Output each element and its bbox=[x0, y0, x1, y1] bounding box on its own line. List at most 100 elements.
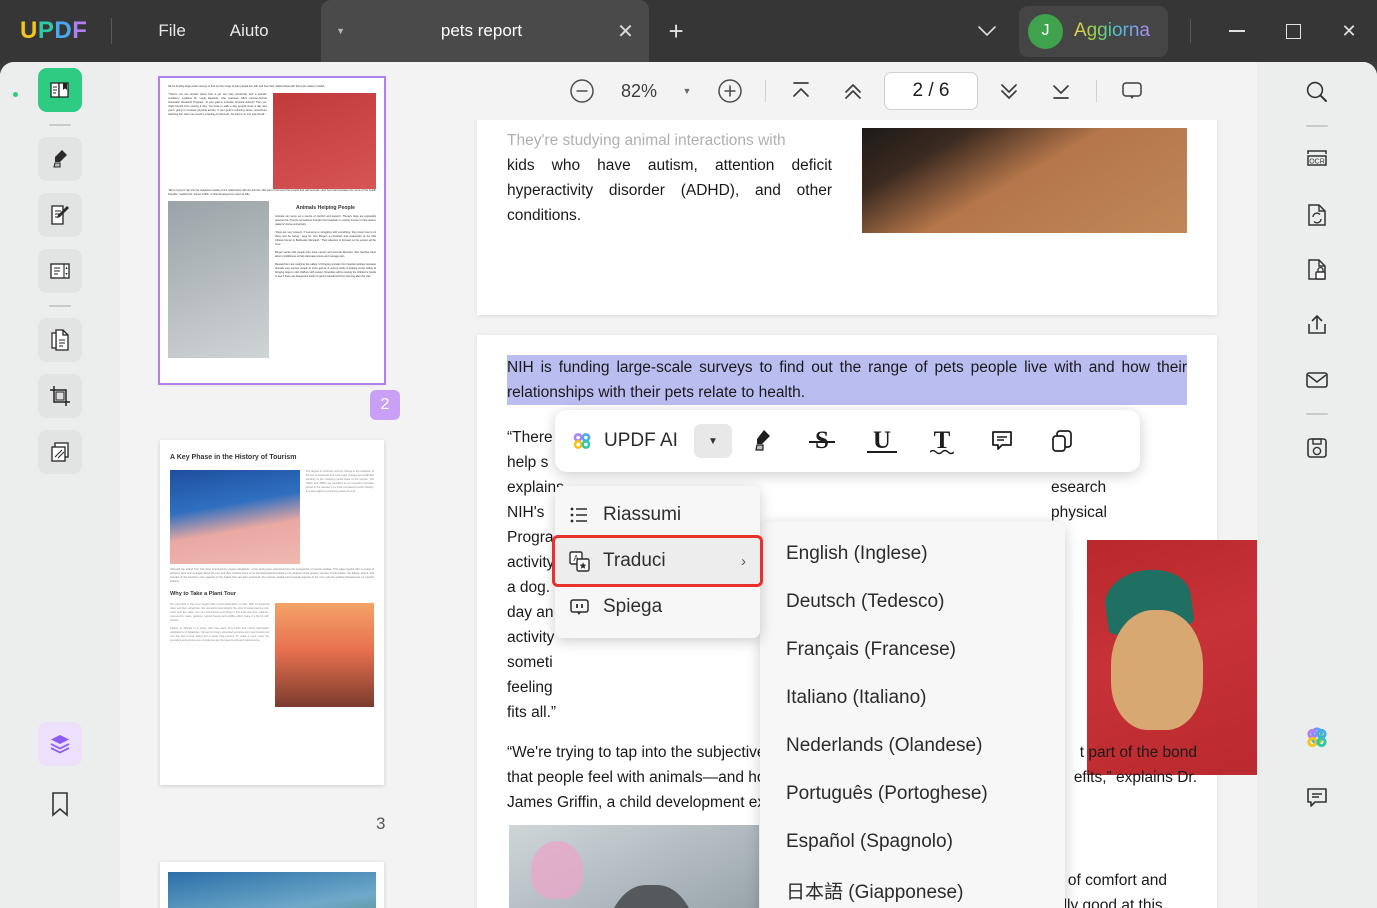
new-tab-button[interactable]: + bbox=[669, 16, 684, 47]
squiggly-tool[interactable]: T bbox=[912, 419, 972, 463]
ai-floating-toolbar[interactable]: UPDF AI ▼ S U T bbox=[555, 410, 1140, 472]
thumb-para-3: Berger works with people who have cancer… bbox=[275, 251, 376, 259]
first-page-button[interactable] bbox=[775, 71, 827, 111]
lang-dutch[interactable]: Nederlands (Olandese) bbox=[760, 722, 1065, 770]
lang-italian[interactable]: Italiano (Italiano) bbox=[760, 674, 1065, 722]
sidebar-form[interactable] bbox=[38, 249, 82, 293]
sidebar-crop[interactable] bbox=[38, 374, 82, 418]
sidebar-bookmark[interactable] bbox=[38, 782, 82, 826]
pdf-page-top: They're studying animal interactions wit… bbox=[477, 120, 1217, 315]
account-upgrade-button[interactable]: J Aggiorna bbox=[1018, 5, 1168, 57]
ai-action-menu[interactable]: Riassumi A Traduci › Spiega bbox=[552, 486, 763, 638]
rail-convert[interactable] bbox=[1295, 193, 1339, 237]
thumb-intro: NIH is funding large-scale surveys to fi… bbox=[168, 85, 326, 88]
lang-japanese[interactable]: 日本語 (Giapponese) bbox=[760, 866, 1065, 908]
rail-search[interactable] bbox=[1295, 70, 1339, 114]
rail-comments[interactable] bbox=[1295, 776, 1339, 820]
rail-save[interactable] bbox=[1295, 426, 1339, 470]
sidebar-reader[interactable] bbox=[38, 68, 82, 112]
viewer-toolbar: 82% ▼ 2 / 6 bbox=[457, 62, 1257, 120]
underline-tool[interactable]: U bbox=[852, 419, 912, 463]
thumb3-body2: the royal land is the most sought after … bbox=[170, 602, 269, 622]
selected-text[interactable]: NIH is funding large-scale surveys to fi… bbox=[507, 355, 1187, 405]
zoom-out-button[interactable] bbox=[556, 71, 608, 111]
updf-ai-clover-icon bbox=[569, 428, 595, 454]
comment-tool[interactable] bbox=[972, 419, 1032, 463]
rail-ocr[interactable]: OCR bbox=[1295, 138, 1339, 182]
thumb4-image-lake bbox=[168, 872, 376, 908]
thumb-image-dogs bbox=[272, 93, 376, 190]
table-row[interactable]: NIH is funding large-scale surveys to fi… bbox=[158, 76, 386, 385]
cat-body bbox=[604, 885, 699, 908]
previous-page-button[interactable] bbox=[827, 71, 879, 111]
toolbar-divider-1 bbox=[765, 80, 766, 102]
svg-text:OCR: OCR bbox=[1309, 158, 1325, 165]
window-close-button[interactable]: ✕ bbox=[1321, 0, 1377, 62]
dog-body bbox=[1111, 610, 1203, 730]
sidebar-layers[interactable] bbox=[38, 722, 82, 766]
copy-tool[interactable] bbox=[1032, 419, 1092, 463]
sidebar-pages[interactable] bbox=[38, 430, 82, 474]
menu-spiega[interactable]: Spiega bbox=[555, 584, 760, 630]
window-minimize-button[interactable] bbox=[1209, 0, 1265, 62]
translate-icon: A bbox=[569, 550, 603, 572]
tulips bbox=[531, 841, 583, 899]
highlight-tool[interactable] bbox=[732, 419, 792, 463]
right-toolbar-rail: OCR bbox=[1257, 62, 1377, 908]
doc-quote-left: “We're trying to tap into the subjective… bbox=[507, 744, 766, 811]
rail-share[interactable] bbox=[1295, 303, 1339, 347]
menu-riassumi[interactable]: Riassumi bbox=[555, 492, 760, 538]
table-row[interactable] bbox=[160, 862, 384, 908]
rrail-divider-1 bbox=[1306, 125, 1328, 127]
thumbnail-panel[interactable]: NIH is funding large-scale surveys to fi… bbox=[120, 62, 457, 908]
menu-traduci[interactable]: A Traduci › bbox=[552, 535, 763, 587]
presentation-mode-button[interactable] bbox=[1106, 71, 1158, 111]
ai-dropdown-button[interactable]: ▼ bbox=[693, 424, 732, 458]
last-page-button[interactable] bbox=[1035, 71, 1087, 111]
logo-letter-f: F bbox=[72, 17, 88, 44]
thumb-image-cat bbox=[168, 201, 269, 359]
rail-email[interactable] bbox=[1295, 358, 1339, 402]
titlebar-right-group: J Aggiorna ✕ bbox=[955, 0, 1377, 62]
menu-file[interactable]: File bbox=[136, 15, 207, 47]
titlebar-divider-2 bbox=[1190, 19, 1191, 43]
lang-spanish[interactable]: Español (Spagnolo) bbox=[760, 818, 1065, 866]
language-submenu[interactable]: English (Inglese) Deutsch (Tedesco) Fran… bbox=[760, 522, 1065, 908]
doc-image-cat bbox=[509, 825, 759, 908]
thumb3-sidenote: The degree of continuity and big change … bbox=[305, 469, 374, 493]
titlebar-divider bbox=[111, 18, 113, 44]
rail-updf-ai[interactable] bbox=[1295, 716, 1339, 760]
list-icon bbox=[569, 505, 603, 525]
lang-portuguese[interactable]: Português (Portoghese) bbox=[760, 770, 1065, 818]
lang-french[interactable]: Français (Francese) bbox=[760, 626, 1065, 674]
lang-english[interactable]: English (Inglese) bbox=[760, 530, 1065, 578]
rail-protect[interactable] bbox=[1295, 248, 1339, 292]
zoom-dropdown-caret[interactable]: ▼ bbox=[670, 86, 704, 96]
page-indicator[interactable]: 2 / 6 bbox=[884, 72, 978, 110]
sidebar-edit[interactable] bbox=[38, 193, 82, 237]
rrail-divider-2 bbox=[1306, 413, 1328, 415]
menu-aiuto[interactable]: Aiuto bbox=[208, 15, 291, 47]
window-maximize-button[interactable] bbox=[1265, 0, 1321, 62]
table-row[interactable]: A Key Phase in the History of Tourism Th… bbox=[160, 440, 384, 785]
chevron-down-icon[interactable] bbox=[955, 25, 1019, 37]
tab-dropdown-caret[interactable]: ▼ bbox=[321, 26, 361, 36]
thumb3-image-eiffel bbox=[275, 602, 374, 707]
lang-german[interactable]: Deutsch (Tedesco) bbox=[760, 578, 1065, 626]
upgrade-label: Aggiorna bbox=[1073, 20, 1150, 41]
tab-title: pets report bbox=[440, 21, 523, 40]
strikethrough-tool[interactable]: S bbox=[792, 419, 852, 463]
next-page-button[interactable] bbox=[983, 71, 1035, 111]
app-body: NIH is funding large-scale surveys to fi… bbox=[0, 62, 1377, 908]
document-tab[interactable]: ▼ pets report ✕ bbox=[320, 0, 649, 62]
thumb3-subtitle: Why to Take a Plant Tour bbox=[170, 590, 236, 597]
doc-hidden-right-col: esearch physical bbox=[1051, 479, 1107, 521]
sidebar-organize[interactable] bbox=[38, 318, 82, 362]
thumb-para-4: Researchers are studying the safety of b… bbox=[275, 263, 376, 279]
tab-close-icon[interactable]: ✕ bbox=[603, 19, 649, 44]
sidebar-annotate[interactable] bbox=[38, 137, 82, 181]
thumb3-image-cuba bbox=[170, 469, 300, 564]
zoom-in-button[interactable] bbox=[704, 71, 756, 111]
zoom-level: 82% bbox=[620, 80, 658, 101]
logo-letter-d: D bbox=[54, 17, 73, 44]
